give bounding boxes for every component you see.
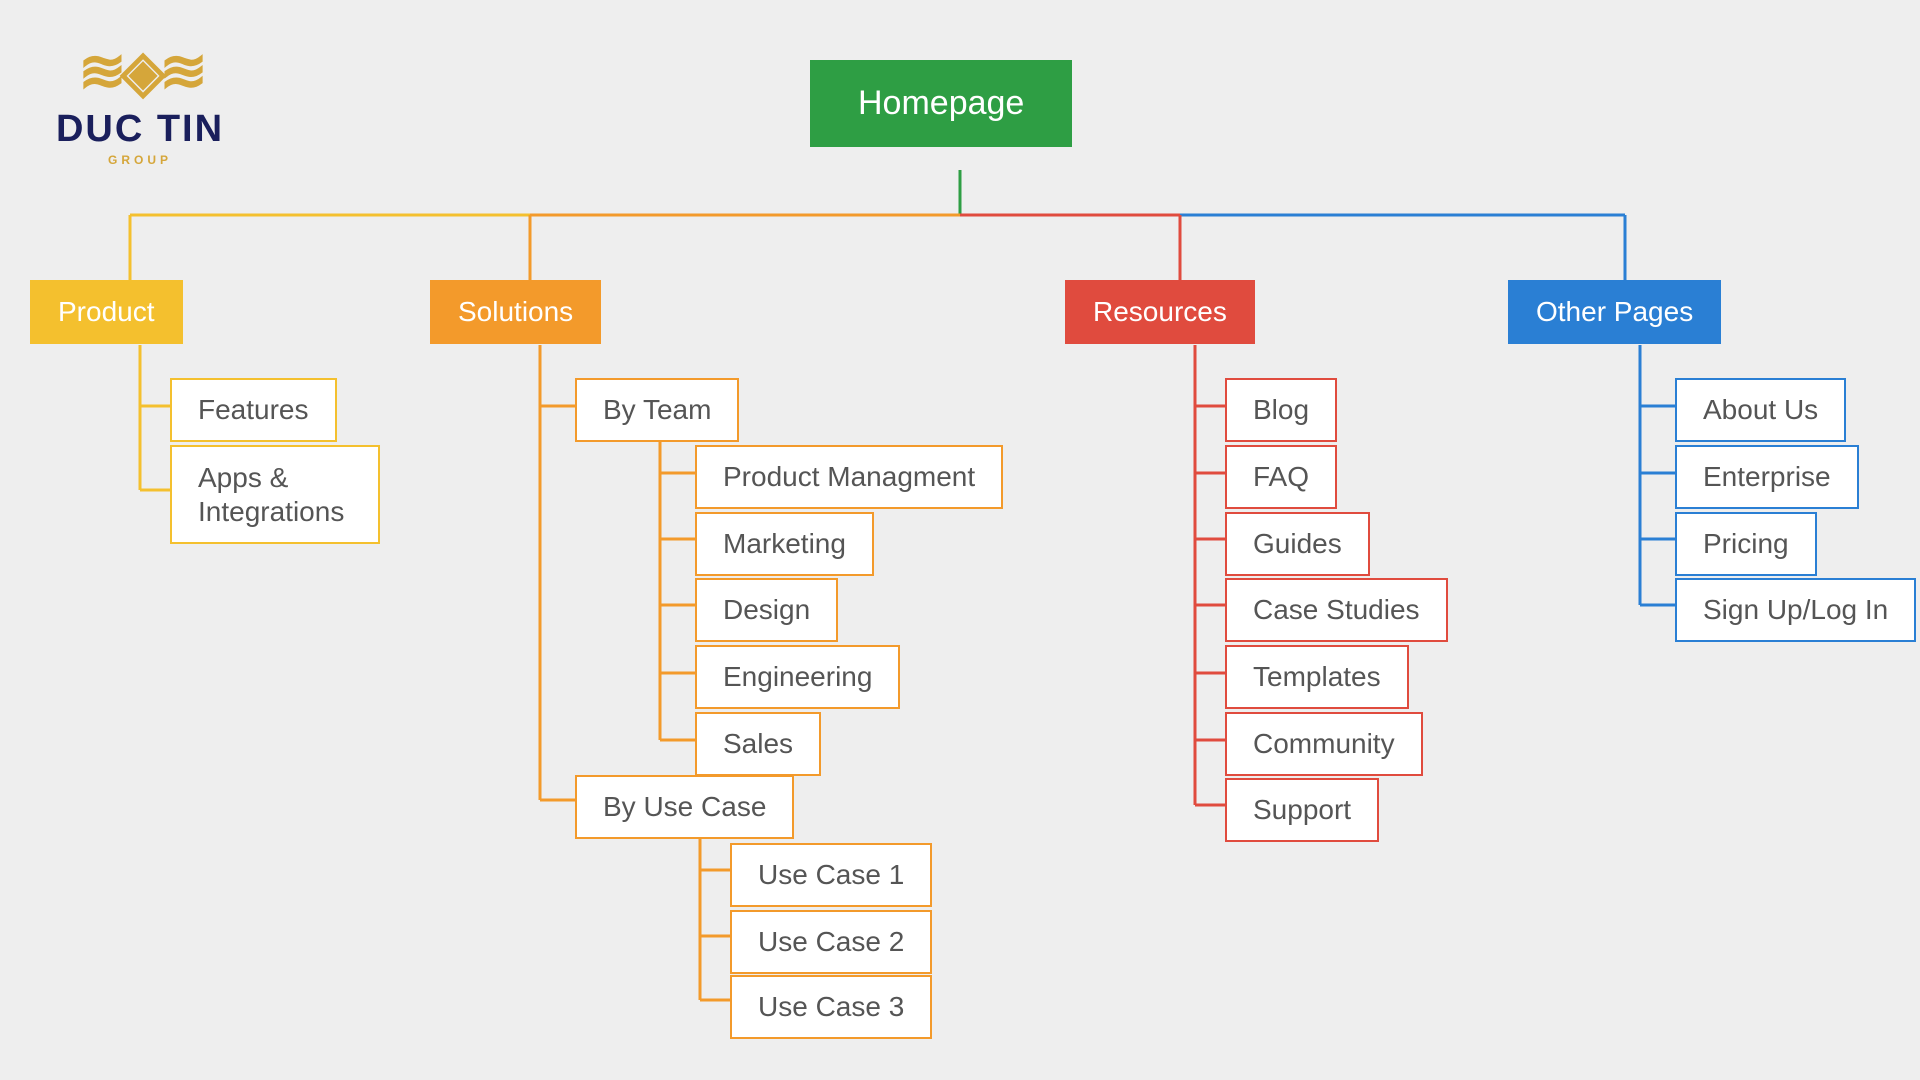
- logo-name: DUC TIN: [30, 108, 250, 151]
- node-apps-integrations: Apps & Integrations: [170, 445, 380, 544]
- logo-wings-icon: ≋◈≋: [30, 55, 250, 90]
- node-support: Support: [1225, 778, 1379, 842]
- node-about-us: About Us: [1675, 378, 1846, 442]
- node-community: Community: [1225, 712, 1423, 776]
- node-faq: FAQ: [1225, 445, 1337, 509]
- node-product-management: Product Managment: [695, 445, 1003, 509]
- node-product: Product: [30, 280, 183, 344]
- node-by-use-case: By Use Case: [575, 775, 794, 839]
- node-case-studies: Case Studies: [1225, 578, 1448, 642]
- logo-sub: GROUP: [30, 153, 250, 167]
- node-resources: Resources: [1065, 280, 1255, 344]
- node-other-pages: Other Pages: [1508, 280, 1721, 344]
- brand-logo: ≋◈≋ DUC TIN GROUP: [30, 55, 250, 167]
- node-features: Features: [170, 378, 337, 442]
- node-solutions: Solutions: [430, 280, 601, 344]
- node-design: Design: [695, 578, 838, 642]
- node-sales: Sales: [695, 712, 821, 776]
- node-use-case-1: Use Case 1: [730, 843, 932, 907]
- node-guides: Guides: [1225, 512, 1370, 576]
- node-pricing: Pricing: [1675, 512, 1817, 576]
- node-marketing: Marketing: [695, 512, 874, 576]
- node-enterprise: Enterprise: [1675, 445, 1859, 509]
- node-use-case-3: Use Case 3: [730, 975, 932, 1039]
- node-templates: Templates: [1225, 645, 1409, 709]
- node-signup-login: Sign Up/Log In: [1675, 578, 1916, 642]
- node-engineering: Engineering: [695, 645, 900, 709]
- node-by-team: By Team: [575, 378, 739, 442]
- node-use-case-2: Use Case 2: [730, 910, 932, 974]
- node-homepage: Homepage: [810, 60, 1072, 147]
- node-blog: Blog: [1225, 378, 1337, 442]
